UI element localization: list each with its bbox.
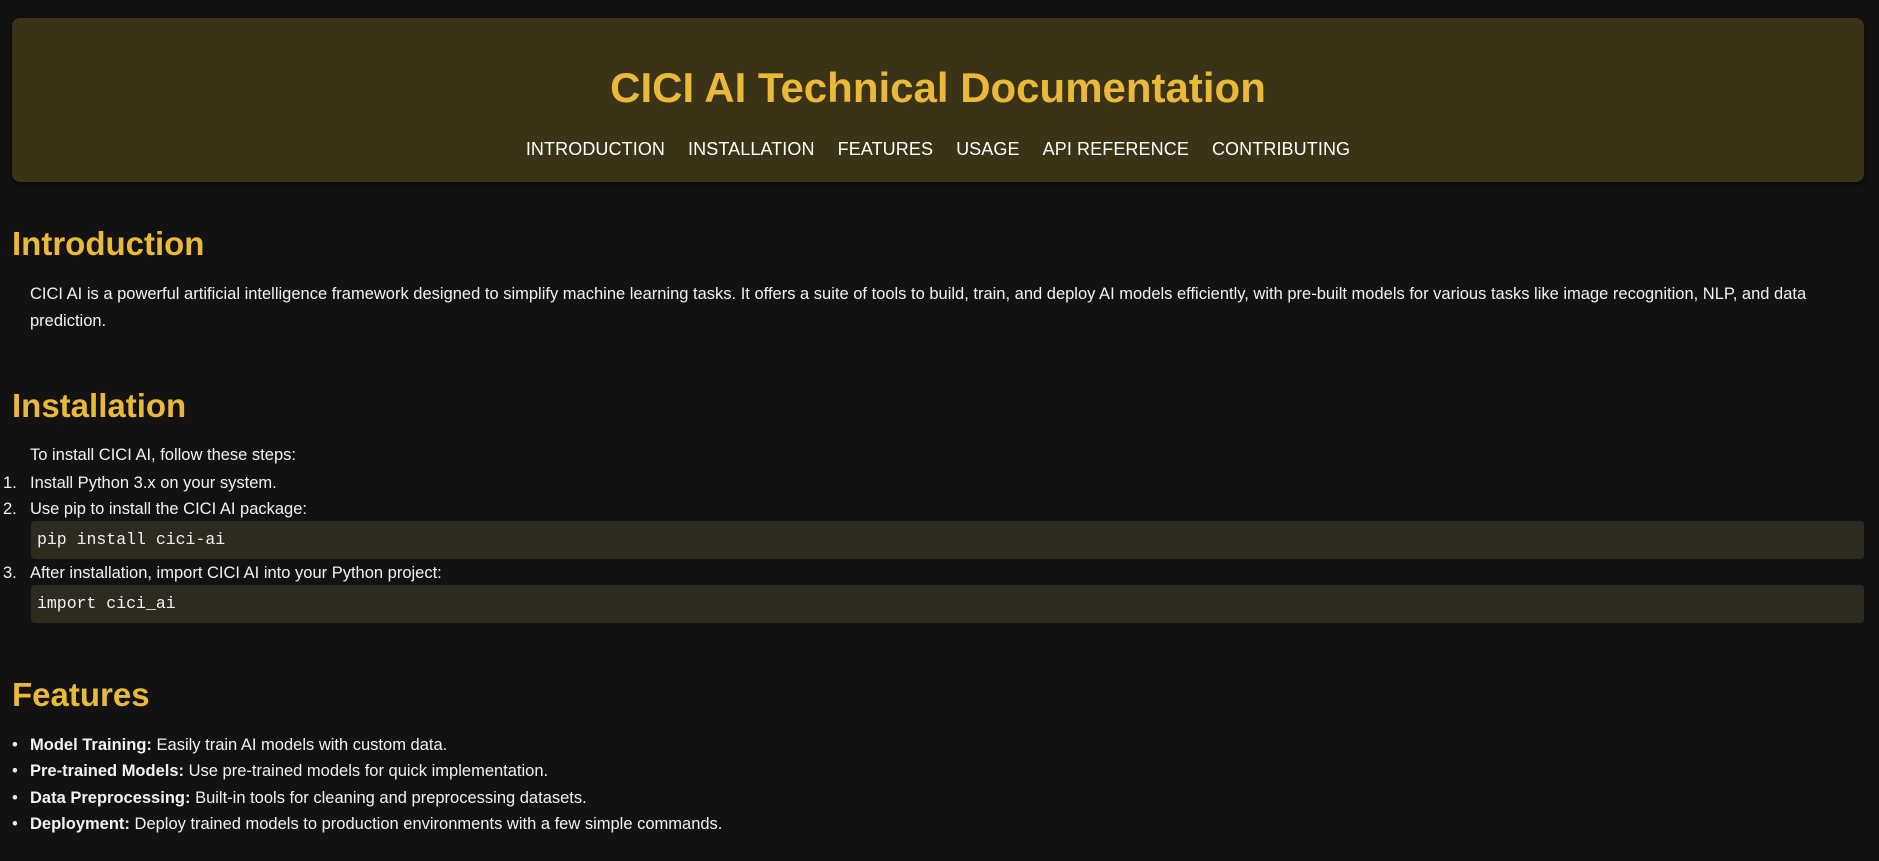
step-text: Use pip to install the CICI AI package: bbox=[30, 500, 307, 518]
nav-link-api-reference[interactable]: API REFERENCE bbox=[1043, 138, 1189, 160]
step-number: 3. bbox=[3, 564, 17, 582]
bullet-icon: • bbox=[12, 736, 18, 754]
site-header: CICI AI Technical Documentation INTRODUC… bbox=[12, 18, 1864, 182]
documentation-page: CICI AI Technical Documentation INTRODUC… bbox=[0, 0, 1879, 861]
step-number: 2. bbox=[3, 500, 17, 518]
introduction-text: CICI AI is a powerful artificial intelli… bbox=[30, 285, 1807, 330]
nav-link-installation[interactable]: INSTALLATION bbox=[688, 138, 815, 160]
feature-description: Built-in tools for cleaning and preproce… bbox=[195, 789, 587, 807]
nav-link-contributing[interactable]: CONTRIBUTING bbox=[1212, 138, 1350, 160]
features-heading: Features bbox=[12, 676, 150, 713]
code-block-pip-install[interactable]: pip install cici-ai bbox=[31, 521, 1864, 559]
site-title: CICI AI Technical Documentation bbox=[610, 64, 1266, 111]
nav-link-introduction[interactable]: INTRODUCTION bbox=[526, 138, 665, 160]
step-number: 1. bbox=[3, 474, 17, 492]
nav-link-features[interactable]: FEATURES bbox=[838, 138, 933, 160]
bullet-icon: • bbox=[12, 789, 18, 807]
introduction-heading: Introduction bbox=[12, 225, 205, 262]
feature-description: Use pre-trained models for quick impleme… bbox=[188, 762, 549, 780]
feature-label: Deployment: bbox=[30, 815, 130, 833]
feature-description: Easily train AI models with custom data. bbox=[156, 736, 448, 754]
bullet-icon: • bbox=[12, 762, 18, 780]
feature-text: Deployment: Deploy trained models to pro… bbox=[30, 811, 722, 837]
feature-label: Data Preprocessing: bbox=[30, 789, 191, 807]
installation-intro: To install CICI AI, follow these steps: bbox=[30, 446, 296, 464]
feature-description: Deploy trained models to production envi… bbox=[134, 815, 723, 833]
feature-label: Pre-trained Models: bbox=[30, 762, 185, 780]
installation-heading: Installation bbox=[12, 387, 187, 424]
step-text: After installation, import CICI AI into … bbox=[30, 564, 442, 582]
feature-label: Model Training: bbox=[30, 736, 152, 754]
feature-text: Pre-trained Models: Use pre-trained mode… bbox=[30, 758, 548, 784]
nav-link-usage[interactable]: USAGE bbox=[956, 138, 1020, 160]
feature-text: Data Preprocessing: Built-in tools for c… bbox=[30, 785, 587, 811]
main-nav: INTRODUCTION INSTALLATION FEATURES USAGE… bbox=[12, 138, 1864, 160]
bullet-icon: • bbox=[12, 815, 18, 833]
code-block-import[interactable]: import cici_ai bbox=[31, 585, 1864, 623]
step-text: Install Python 3.x on your system. bbox=[30, 474, 277, 492]
feature-text: Model Training: Easily train AI models w… bbox=[30, 732, 447, 758]
